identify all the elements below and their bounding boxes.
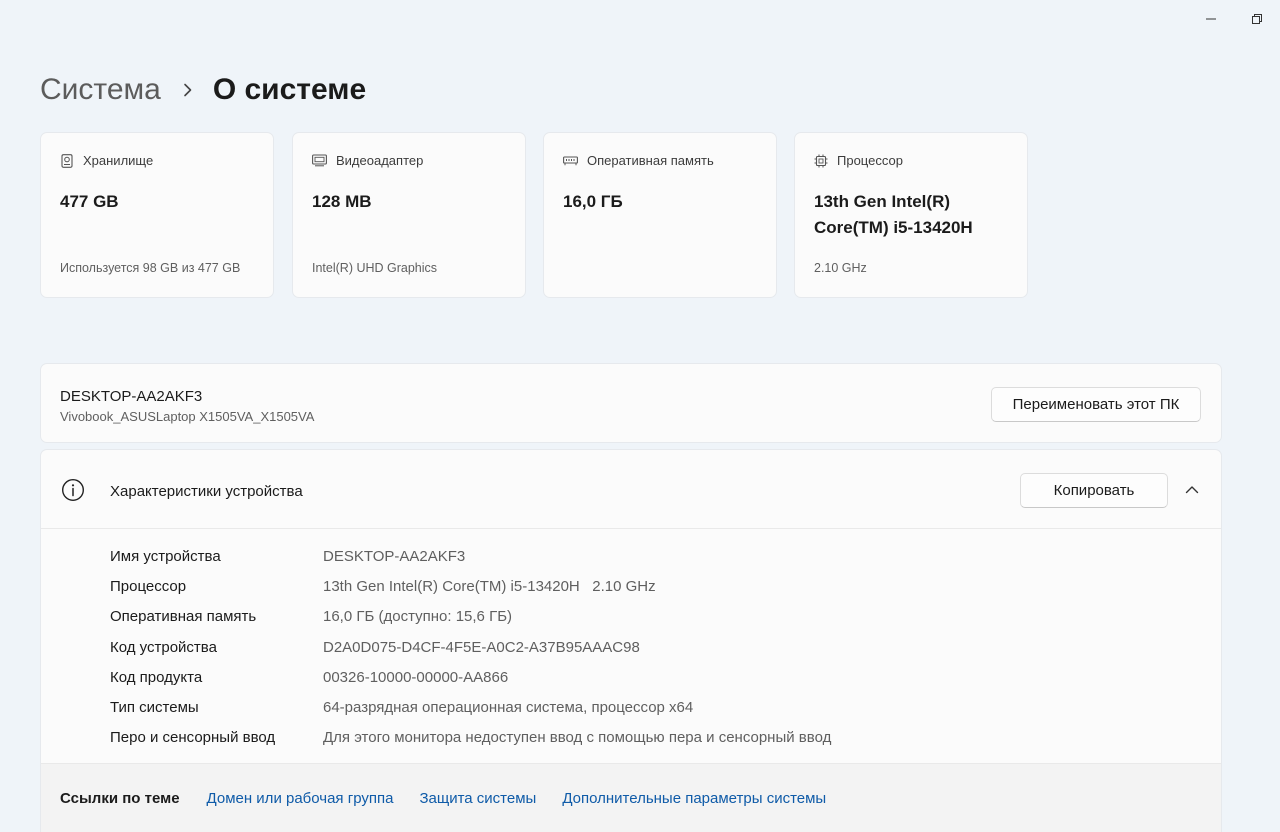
chevron-up-icon: [1185, 485, 1199, 493]
copy-button[interactable]: Копировать: [1020, 473, 1168, 508]
memory-icon: [563, 155, 578, 165]
card-subtitle: Intel(R) UHD Graphics: [312, 261, 438, 275]
storage-card: Хранилище 477 GB Используется 98 GB из 4…: [40, 132, 274, 298]
spec-value: 13th Gen Intel(R) Core(TM) i5-13420H 2.1…: [323, 577, 656, 595]
spec-row: Код устройства D2A0D075-D4CF-4F5E-A0C2-A…: [110, 632, 831, 662]
link-domain-workgroup[interactable]: Домен или рабочая группа: [207, 790, 394, 807]
card-subtitle: 2.10 GHz: [814, 261, 867, 275]
device-specs-panel: Характеристики устройства Копировать Имя…: [40, 449, 1222, 832]
spec-label: Оперативная память: [110, 608, 257, 626]
processor-card: Процессор 13th Gen Intel(R) Core(TM) i5-…: [794, 132, 1028, 298]
card-title: Оперативная память: [587, 153, 714, 168]
related-links-bar: Ссылки по теме Домен или рабочая группа …: [41, 763, 1221, 832]
link-advanced-system-settings[interactable]: Дополнительные параметры системы: [562, 790, 826, 807]
rename-pc-button[interactable]: Переименовать этот ПК: [991, 387, 1201, 422]
related-links-label: Ссылки по теме: [60, 790, 180, 807]
collapse-button[interactable]: [1181, 478, 1203, 500]
spec-value: 64-разрядная операционная система, проце…: [323, 699, 694, 717]
display-adapter-icon: [312, 154, 327, 167]
card-title: Видеоадаптер: [336, 153, 424, 168]
spec-label: Перо и сенсорный ввод: [110, 729, 276, 747]
device-specs-title: Характеристики устройства: [110, 483, 303, 500]
spec-value: Для этого монитора недоступен ввод с пом…: [323, 729, 832, 747]
spec-label: Тип системы: [110, 699, 199, 717]
card-value: 477 GB: [60, 192, 119, 211]
spec-row: Перо и сенсорный ввод Для этого монитора…: [110, 723, 831, 753]
spec-value: DESKTOP-AA2AKF3: [323, 547, 466, 565]
spec-row: Имя устройства DESKTOP-AA2AKF3: [110, 541, 831, 571]
card-value: 128 MB: [312, 192, 372, 211]
breadcrumb-parent[interactable]: Система: [40, 73, 161, 107]
breadcrumb: Система О системе: [40, 66, 366, 114]
spec-row: Процессор 13th Gen Intel(R) Core(TM) i5-…: [110, 571, 831, 601]
processor-icon: [814, 154, 828, 167]
spec-row: Тип системы 64-разрядная операционная си…: [110, 692, 831, 722]
spec-label: Код устройства: [110, 638, 217, 656]
chevron-right-icon: [183, 83, 193, 97]
restore-icon: [1252, 14, 1262, 24]
memory-card: Оперативная память 16,0 ГБ: [543, 132, 777, 298]
spec-value: 16,0 ГБ (доступно: 15,6 ГБ): [323, 608, 513, 626]
restore-button[interactable]: [1234, 6, 1280, 32]
spec-label: Код продукта: [110, 668, 203, 686]
spec-row: Оперативная память 16,0 ГБ (доступно: 15…: [110, 602, 831, 632]
spec-row: Код продукта 00326-10000-00000-AA866: [110, 662, 831, 692]
device-model: Vivobook_ASUSLaptop X1505VA_X1505VA: [60, 409, 315, 424]
card-subtitle: Используется 98 GB из 477 GB: [60, 261, 241, 275]
card-value: 16,0 ГБ: [563, 192, 623, 211]
device-specs-table: Имя устройства DESKTOP-AA2AKF3 Процессор…: [110, 541, 831, 753]
card-title: Хранилище: [83, 153, 154, 168]
spec-label: Имя устройства: [110, 547, 221, 565]
window-controls: [1188, 6, 1280, 32]
device-name: DESKTOP-AA2AKF3: [60, 388, 203, 405]
card-title: Процессор: [837, 153, 903, 168]
display-adapter-card: Видеоадаптер 128 MB Intel(R) UHD Graphic…: [292, 132, 526, 298]
spec-label: Процессор: [110, 577, 187, 595]
card-value: 13th Gen Intel(R) Core(TM) i5-13420H: [814, 192, 973, 237]
device-specs-header[interactable]: Характеристики устройства Копировать: [41, 450, 1221, 529]
storage-icon: [61, 153, 73, 168]
spec-value: D2A0D075-D4CF-4F5E-A0C2-A37B95AAAC98: [323, 638, 640, 656]
page-title: О системе: [212, 73, 367, 106]
info-icon: [61, 478, 85, 502]
device-name-panel: DESKTOP-AA2AKF3 Vivobook_ASUSLaptop X150…: [40, 363, 1222, 443]
minimize-button[interactable]: [1188, 6, 1234, 32]
link-system-protection[interactable]: Защита системы: [419, 790, 536, 807]
minimize-icon: [1206, 18, 1216, 20]
spec-value: 00326-10000-00000-AA866: [323, 668, 509, 686]
